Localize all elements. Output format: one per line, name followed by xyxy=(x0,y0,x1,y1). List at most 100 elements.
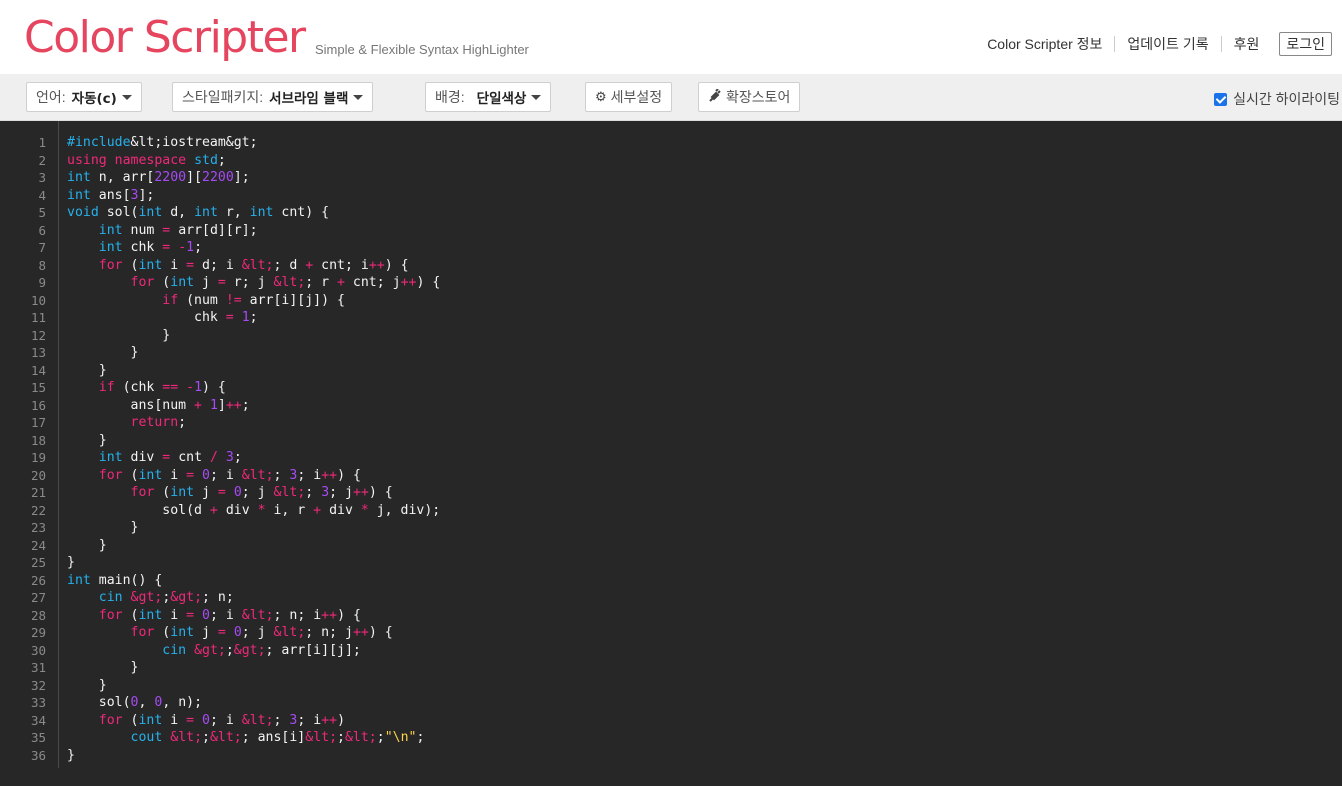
code-token: &lt; xyxy=(344,730,377,745)
code-line: } xyxy=(67,677,440,695)
login-button[interactable]: 로그인 xyxy=(1279,32,1332,56)
line-number: 9 xyxy=(38,275,46,290)
code-token: ; xyxy=(194,240,203,255)
top-nav: Color Scripter 정보 업데이트 기록 후원 로그인 xyxy=(975,32,1332,56)
code-token: = xyxy=(186,467,195,483)
code-token: ; i xyxy=(210,712,242,728)
code-token: - xyxy=(178,240,187,255)
code-token: ; n; i xyxy=(273,607,322,623)
chevron-down-icon xyxy=(121,94,132,100)
code-line: } xyxy=(67,519,440,537)
code-line: for (int j = r; j &lt;; r + cnt; j++) { xyxy=(67,274,441,292)
code-line: if (chk == -1) { xyxy=(67,379,440,397)
code-token: if xyxy=(162,292,179,308)
code-token: ; r xyxy=(305,275,338,290)
code-token: (chk xyxy=(114,380,163,395)
site-tagline: Simple & Flexible Syntax HighLighter xyxy=(315,42,529,57)
realtime-highlight-toggle[interactable]: 실시간 하이라이팅 xyxy=(1214,89,1340,109)
style-package-select[interactable]: 스타일패키지: 서브라임 블랙 xyxy=(172,82,374,112)
chevron-down-icon xyxy=(531,94,542,100)
code-token: ++ xyxy=(400,275,417,290)
code-token: ; j xyxy=(241,485,274,500)
code-token: = xyxy=(217,485,226,500)
code-line: chk = 1; xyxy=(67,309,440,327)
extension-store-label: 확장스토어 xyxy=(726,89,791,105)
code-token: int xyxy=(138,712,163,728)
line-number: 6 xyxy=(38,222,46,238)
line-number: 27 xyxy=(30,590,46,605)
code-token: == xyxy=(162,380,179,395)
code-token: ( xyxy=(154,625,171,640)
line-number: 22 xyxy=(30,502,46,518)
code-token: sol(d xyxy=(67,502,210,518)
code-token: for xyxy=(130,485,155,500)
code-token: &lt; xyxy=(241,607,274,623)
code-line: } xyxy=(67,747,440,765)
language-select[interactable]: 언어: 자동(c) xyxy=(26,82,142,112)
code-token: return xyxy=(130,415,179,430)
code-line: cin &gt;;&gt;; n; xyxy=(67,589,440,607)
code-token: ++ xyxy=(352,625,369,640)
code-token: &gt; xyxy=(130,590,163,605)
code-token: for xyxy=(130,625,155,640)
code-token: if xyxy=(98,380,115,395)
code-token: ][ xyxy=(186,170,203,185)
extension-store-button[interactable]: 확장스토어 xyxy=(698,82,801,112)
code-token: &lt; xyxy=(241,467,274,483)
code-token: ( xyxy=(154,275,171,290)
line-number: 8 xyxy=(38,257,46,273)
code-token: ans[num xyxy=(67,397,195,413)
code-content[interactable]: #include&lt;iostream&gt; using namespace … xyxy=(67,134,440,764)
code-token: d, xyxy=(162,205,195,220)
details-settings-button[interactable]: ⚙ 세부설정 xyxy=(585,82,673,112)
code-token: int xyxy=(98,222,123,238)
code-token: int xyxy=(138,467,163,483)
background-select[interactable]: 배경: 단일색상 xyxy=(425,82,552,112)
code-line: #include&lt;iostream&gt; xyxy=(67,134,440,152)
code-token: = xyxy=(225,310,234,325)
code-token: cin xyxy=(98,590,123,605)
code-token: ) { xyxy=(337,607,361,623)
code-editor[interactable]: 1 2 3 4 5 6 7 8 9 10 11 12 13 14 15 16 17 18 19 20 21 22 23 24 2… xyxy=(0,121,1342,786)
code-token: ; arr[i][j]; xyxy=(265,642,361,658)
realtime-checkbox[interactable] xyxy=(1214,92,1228,106)
code-token: int xyxy=(170,275,195,290)
code-token: &lt;iostream&gt; xyxy=(130,135,258,150)
nav-link-sponsor[interactable]: 후원 xyxy=(1222,34,1272,54)
nav-link-updates[interactable]: 업데이트 기록 xyxy=(1115,34,1220,54)
code-token: - xyxy=(186,380,195,395)
code-token: &lt; xyxy=(273,485,306,500)
code-line: cout &lt;;&lt;; ans[i]&lt;;&lt;;"\n"; xyxy=(67,729,440,747)
code-token: arr[d][r]; xyxy=(170,222,258,238)
code-token: using xyxy=(67,152,107,168)
site-logo[interactable]: Color Scripter xyxy=(24,10,306,66)
code-token: } xyxy=(67,362,107,378)
code-token: for xyxy=(98,467,123,483)
code-token: j xyxy=(194,485,218,500)
line-number: 1 xyxy=(38,135,46,150)
code-token: ++ xyxy=(321,467,338,483)
code-token: i, r xyxy=(265,502,314,518)
language-label: 언어: xyxy=(36,89,66,105)
realtime-label: 실시간 하이라이팅 xyxy=(1233,91,1340,107)
code-token: for xyxy=(98,712,123,728)
code-token: 2200 xyxy=(202,170,234,185)
code-token: ; xyxy=(241,397,250,413)
line-number: 34 xyxy=(30,712,46,728)
nav-link-about[interactable]: Color Scripter 정보 xyxy=(975,34,1114,54)
code-token: div xyxy=(122,450,163,465)
code-token: i xyxy=(162,257,187,273)
code-token: sol( xyxy=(98,205,139,220)
code-token: ( xyxy=(122,257,139,273)
code-token: int xyxy=(98,240,123,255)
code-token: 0 xyxy=(202,607,210,623)
